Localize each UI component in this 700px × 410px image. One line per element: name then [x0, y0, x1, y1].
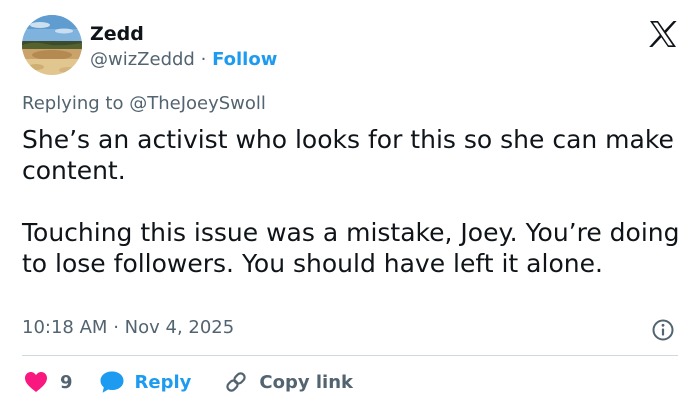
x-logo-icon[interactable]	[648, 20, 678, 48]
reply-mention-link[interactable]: @TheJoeySwoll	[129, 93, 266, 114]
follow-button[interactable]: Follow	[212, 49, 277, 70]
avatar-landscape-image	[22, 15, 82, 75]
timestamp-separator: ·	[113, 317, 119, 338]
reply-prefix: Replying to	[22, 93, 124, 114]
reply-label: Reply	[134, 371, 192, 393]
handle-line: @wizZeddd · Follow	[90, 48, 277, 72]
user-handle[interactable]: @wizZeddd	[90, 49, 195, 70]
copy-link-button[interactable]: Copy link	[223, 370, 353, 394]
action-bar: 9 Reply Copy link	[22, 368, 353, 396]
timestamp[interactable]: 10:18 AM · Nov 4, 2025	[22, 316, 234, 340]
display-name[interactable]: Zedd	[90, 22, 144, 46]
info-icon[interactable]	[651, 318, 675, 342]
tweet-paragraph: She’s an activist who looks for this so …	[22, 125, 674, 185]
tweet-date: Nov 4, 2025	[124, 317, 235, 338]
link-icon	[226, 372, 247, 392]
reply-button[interactable]: Reply	[99, 370, 192, 394]
like-button[interactable]: 9	[24, 371, 73, 393]
speech-bubble-icon	[100, 371, 124, 393]
heart-icon	[25, 372, 47, 392]
copy-link-label: Copy link	[259, 371, 353, 393]
separator-dot: ·	[200, 49, 207, 70]
tweet-text: She’s an activist who looks for this so …	[22, 124, 682, 279]
avatar[interactable]	[22, 15, 82, 75]
tweet-paragraph: Touching this issue was a mistake, Joey.…	[22, 218, 680, 278]
reply-context: Replying to @TheJoeySwoll	[22, 92, 266, 116]
tweet-card: Zedd @wizZeddd · Follow Replying to @The…	[0, 0, 700, 410]
divider	[22, 355, 678, 356]
tweet-time: 10:18 AM	[22, 317, 108, 338]
like-count: 9	[60, 371, 73, 393]
